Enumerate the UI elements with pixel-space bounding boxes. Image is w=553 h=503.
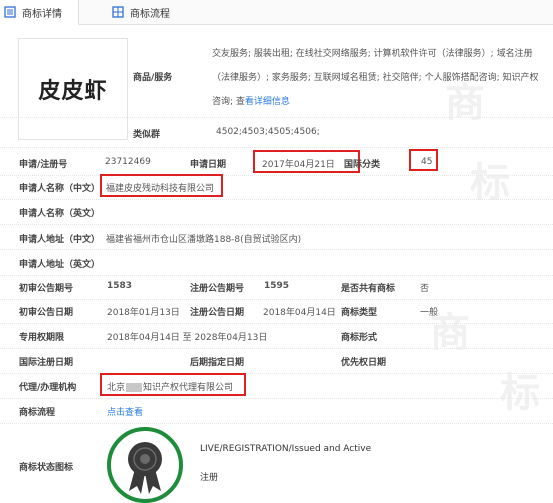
status-icon-label: 商标状态图标 — [19, 463, 74, 473]
reg-pub-date-label: 注册公告日期 — [190, 308, 245, 318]
shared-label: 是否共有商标 — [341, 284, 396, 294]
app-date-label: 申请日期 — [190, 160, 227, 170]
address-cn-value: 福建省福州市仓山区潘墩路188-8(自贸试验区内) — [106, 235, 302, 245]
exclusive-period-value: 2018年04月14日 至 2028年04月13日 — [107, 333, 268, 343]
prelim-pub-date-label: 初审公告日期 — [19, 308, 74, 318]
view-details-link[interactable]: 看详细信息 — [245, 97, 290, 107]
divider — [0, 373, 553, 374]
highlight-box — [100, 373, 246, 396]
similar-group-label: 类似群 — [133, 130, 161, 140]
reg-no-label: 申请/注册号 — [19, 160, 68, 170]
mark-form-label: 商标形式 — [341, 333, 378, 343]
later-date-label: 后期指定日期 — [190, 358, 245, 368]
trademark-image: 皮皮虾 — [18, 38, 128, 140]
status-badge — [107, 427, 183, 503]
status-en-text: LIVE/REGISTRATION/Issued and Active — [200, 444, 372, 454]
prelim-pub-date-value: 2018年01月13日 — [107, 308, 180, 318]
divider — [0, 147, 553, 148]
watermark: 标 — [500, 370, 540, 416]
similar-group-value: 4502;4503;4505;4506; — [216, 127, 320, 137]
highlight-box — [409, 149, 438, 171]
applicant-cn-label: 申请人名称（中文） — [19, 184, 101, 194]
goods-services-value: 交友服务; 服装出租; 在线社交网络服务; 计算机软件许可（法律服务）; 域名注… — [212, 42, 546, 114]
address-cn-label: 申请人地址（中文） — [19, 235, 101, 245]
shared-value: 否 — [420, 284, 430, 294]
goods-services-label: 商品/服务 — [133, 73, 173, 83]
intl-reg-date-label: 国际注册日期 — [19, 358, 74, 368]
mark-type-label: 商标类型 — [341, 308, 378, 318]
applicant-en-label: 申请人名称（英文） — [19, 209, 101, 219]
divider — [0, 423, 553, 424]
award-ribbon-icon — [128, 442, 162, 494]
divider — [0, 224, 553, 225]
reg-pub-no-label: 注册公告期号 — [190, 284, 245, 294]
tab-bar: 商标详情 商标流程 — [0, 0, 553, 25]
agent-label: 代理/办理机构 — [19, 383, 77, 393]
tab-label: 商标流程 — [130, 8, 170, 20]
reg-pub-date-value: 2018年04月14日 — [263, 308, 336, 318]
priority-date-label: 优先权日期 — [341, 358, 387, 368]
mark-type-value: 一般 — [420, 308, 439, 318]
process-view-link[interactable]: 点击查看 — [107, 405, 143, 418]
divider — [0, 117, 553, 118]
tab-label: 商标详情 — [22, 8, 62, 20]
divider — [0, 323, 553, 324]
divider — [0, 398, 553, 399]
divider — [0, 199, 553, 200]
reg-pub-no-value: 1595 — [264, 281, 290, 291]
document-icon — [4, 6, 16, 18]
divider — [0, 275, 553, 276]
grid-icon — [112, 6, 124, 18]
prelim-pub-no-value: 1583 — [107, 281, 133, 291]
divider — [0, 348, 553, 349]
intl-class-label: 国际分类 — [344, 160, 381, 170]
exclusive-period-label: 专用权期限 — [19, 333, 65, 343]
tab-trademark-process[interactable]: 商标流程 — [112, 0, 212, 24]
reg-no-value: 23712469 — [105, 157, 151, 167]
divider — [0, 175, 553, 176]
address-en-label: 申请人地址（英文） — [19, 260, 101, 270]
prelim-pub-no-label: 初审公告期号 — [19, 284, 74, 294]
process-label: 商标流程 — [19, 408, 56, 418]
trademark-logo-text: 皮皮虾 — [38, 79, 108, 104]
divider — [0, 299, 553, 300]
tab-trademark-details[interactable]: 商标详情 — [0, 0, 79, 25]
divider — [0, 249, 553, 250]
highlight-box — [100, 174, 223, 197]
status-cn-text: 注册 — [200, 473, 219, 483]
